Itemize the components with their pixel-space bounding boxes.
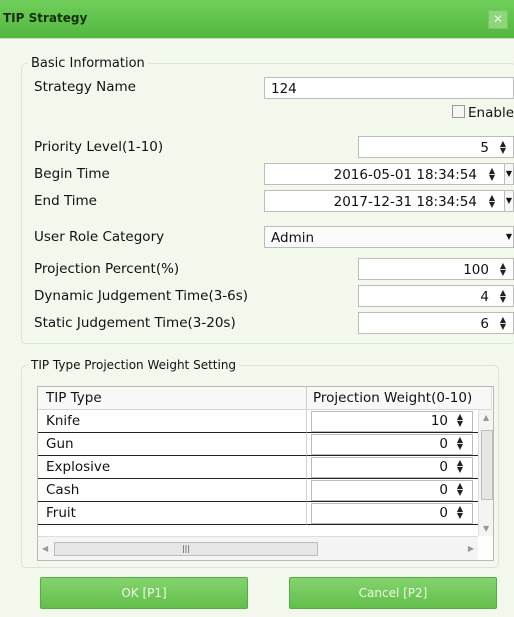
projection-percent-value: 100 [463,262,489,278]
column-header-tip-type[interactable]: TIP Type [38,387,307,410]
close-icon: ✕ [492,12,504,26]
projection-percent-spinbox[interactable]: 100 ▲ ▼ [358,258,514,280]
weight-spinbox[interactable]: 0 ▲ ▼ [311,480,473,501]
spinner-updown-icon[interactable]: ▲ ▼ [456,436,464,451]
spinner-updown-icon[interactable]: ▲ ▼ [488,194,496,209]
table-row-label: Knife [38,410,307,433]
scroll-down-icon[interactable]: ▼ [483,524,489,533]
spinner-updown-icon[interactable]: ▲ ▼ [456,482,464,497]
end-time-input[interactable]: 2017-12-31 18:34:54 ▲ ▼ ▼ [264,190,514,212]
static-judgement-label: Static Judgement Time(3-20s) [34,315,236,331]
strategy-name-input[interactable]: 124 [264,77,514,99]
weight-spinbox[interactable]: 0 ▲ ▼ [311,503,473,524]
enable-checkbox-wrap[interactable]: Enable [452,105,514,121]
static-judgement-spinbox[interactable]: 6 ▲ ▼ [358,312,514,334]
weight-value: 0 [439,459,448,475]
priority-value: 5 [480,140,489,156]
table-row: 0 ▲ ▼ [307,433,478,456]
scroll-up-icon[interactable]: ▲ [483,413,489,422]
user-role-label: User Role Category [34,229,165,245]
spinner-updown-icon[interactable]: ▲ ▼ [456,413,464,428]
table-row-label: Cash [38,479,307,502]
scroll-left-icon[interactable]: ◀ [42,544,48,553]
ok-button[interactable]: OK [P1] [40,577,248,609]
horizontal-scrollbar[interactable]: ◀ ||| ▶ [38,536,478,560]
scroll-right-icon[interactable]: ▶ [468,544,474,553]
user-role-select[interactable]: Admin ▼ [264,226,514,248]
spinner-updown-icon[interactable]: ▲ ▼ [499,316,507,331]
weight-spinbox[interactable]: 0 ▲ ▼ [311,457,473,478]
tip-weight-table: TIP Type Projection Weight(0-10) Knife 1… [37,386,494,561]
weight-spinbox[interactable]: 10 ▲ ▼ [311,411,473,432]
weight-spinbox[interactable]: 0 ▲ ▼ [311,434,473,455]
dynamic-judgement-label: Dynamic Judgement Time(3-6s) [34,288,249,304]
window-title: TIP Strategy [3,11,88,25]
title-bar: TIP Strategy ✕ [0,0,514,38]
end-time-label: End Time [34,193,97,209]
spinner-updown-icon[interactable]: ▲ ▼ [499,262,507,277]
chevron-down-icon[interactable]: ▼ [505,227,513,247]
user-role-value: Admin [271,230,315,246]
end-time-value: 2017-12-31 18:34:54 [333,194,477,210]
table-row-label: Explosive [38,456,307,479]
table-row-label: Gun [38,433,307,456]
strategy-name-value: 124 [271,81,297,97]
cancel-button[interactable]: Cancel [P2] [289,577,497,609]
table-row: 0 ▲ ▼ [307,502,478,525]
begin-time-value: 2016-05-01 18:34:54 [333,167,477,183]
chevron-down-icon[interactable]: ▼ [504,191,513,211]
tip-weight-legend: TIP Type Projection Weight Setting [31,358,237,372]
column-header-weight[interactable]: Projection Weight(0-10) [307,387,492,410]
spinner-updown-icon[interactable]: ▲ ▼ [456,459,464,474]
spinner-updown-icon[interactable]: ▲ ▼ [499,289,507,304]
spinner-updown-icon[interactable]: ▲ ▼ [488,167,496,182]
begin-time-input[interactable]: 2016-05-01 18:34:54 ▲ ▼ ▼ [264,163,514,185]
vertical-scrollbar[interactable]: ▲ ▼ [478,410,493,536]
table-row: 10 ▲ ▼ [307,410,478,433]
weight-value: 0 [439,482,448,498]
table-row-label: Fruit [38,502,307,525]
spinner-updown-icon[interactable]: ▲ ▼ [456,505,464,520]
dynamic-judgement-spinbox[interactable]: 4 ▲ ▼ [358,285,514,307]
projection-percent-label: Projection Percent(%) [34,261,180,277]
strategy-name-label: Strategy Name [34,79,136,95]
horizontal-scroll-thumb[interactable]: ||| [54,542,318,556]
enable-label: Enable [468,105,514,121]
weight-value: 0 [439,436,448,452]
weight-value: 0 [439,505,448,521]
dynamic-judgement-value: 4 [480,289,489,305]
chevron-down-icon[interactable]: ▼ [504,164,513,184]
close-button[interactable]: ✕ [488,10,508,29]
begin-time-label: Begin Time [34,166,110,182]
basic-info-legend: Basic Information [31,56,145,71]
priority-label: Priority Level(1-10) [34,139,164,155]
table-row: 0 ▲ ▼ [307,456,478,479]
enable-checkbox[interactable] [452,105,466,118]
priority-spinbox[interactable]: 5 ▲ ▼ [358,136,514,158]
static-judgement-value: 6 [480,316,489,332]
weight-value: 10 [430,413,448,429]
vertical-scroll-thumb[interactable] [481,430,493,500]
spinner-updown-icon[interactable]: ▲ ▼ [499,140,507,155]
table-row: 0 ▲ ▼ [307,479,478,502]
